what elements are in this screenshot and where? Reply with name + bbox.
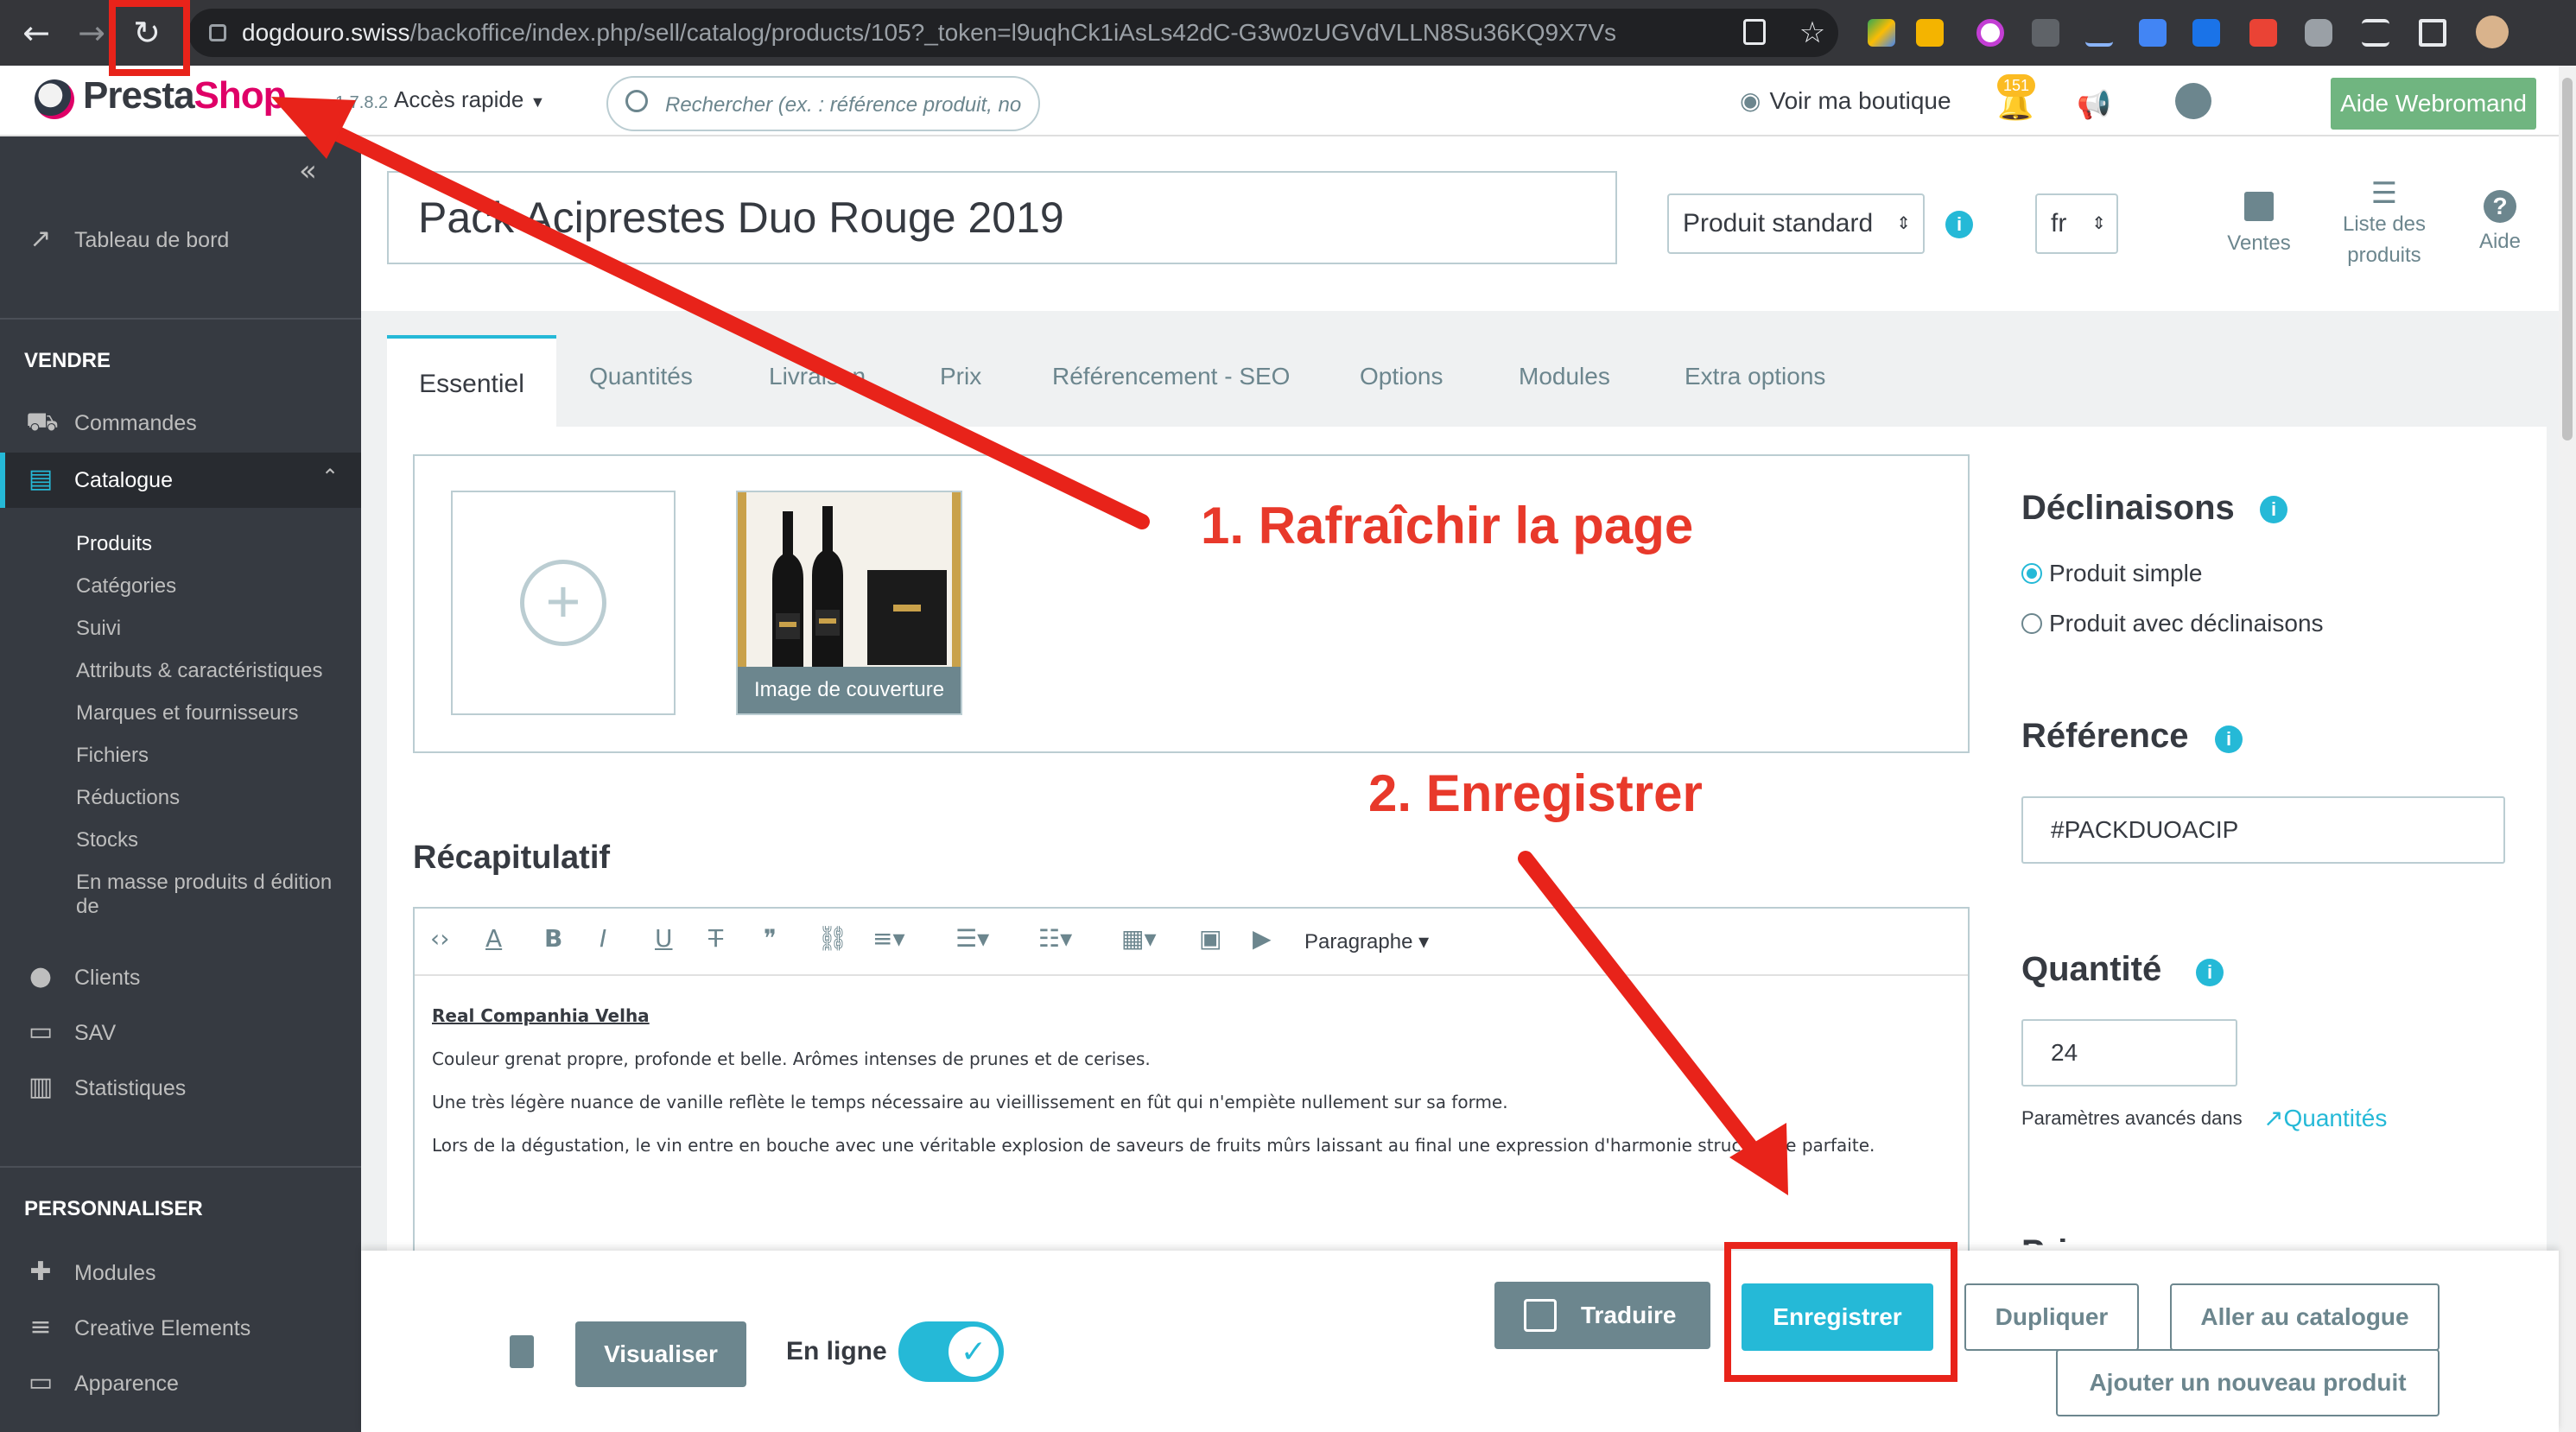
annotation-step-2: 2. Enregistrer <box>1368 764 1703 822</box>
arrow-to-save <box>1518 851 1767 1165</box>
annotation-arrows <box>271 97 1788 1195</box>
annotation-step-1: 1. Rafraîchir la page <box>1201 497 1694 554</box>
arrow-to-reload <box>303 113 1150 529</box>
